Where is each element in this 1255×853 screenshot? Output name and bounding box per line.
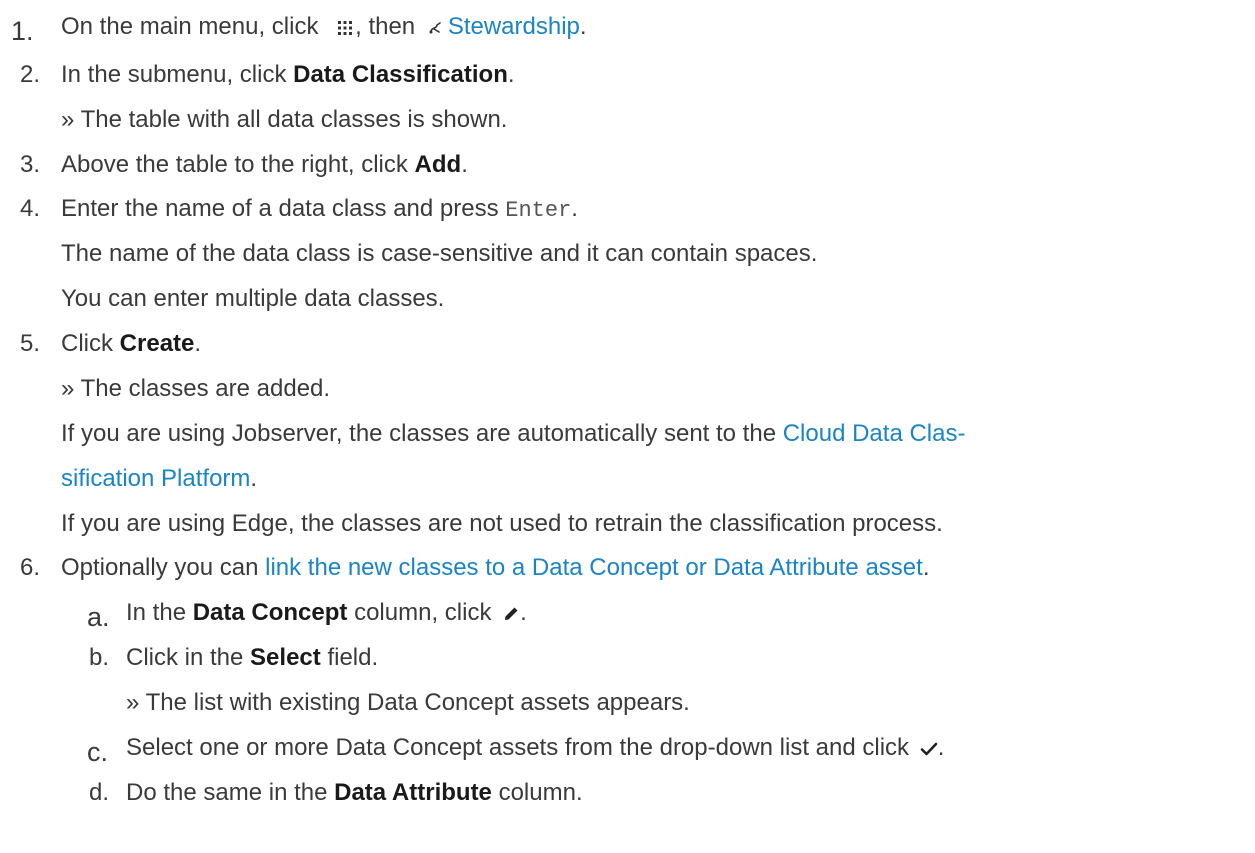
instruction-document: 1. On the main menu, click , then Stewar… — [11, 13, 966, 806]
step-2-result: » The table with all data classes is sho… — [61, 106, 508, 133]
substep-b-result: » The list with existing Data Concept as… — [126, 689, 690, 716]
pencil-icon — [502, 605, 520, 623]
substep-letter: b. — [89, 644, 110, 671]
substep-letter: c. — [87, 737, 109, 767]
step-5-note-cont: sification Platform. — [61, 465, 258, 492]
stewardship-link[interactable]: Stewardship — [448, 13, 580, 40]
step-number: 3. — [20, 151, 41, 178]
step-5-note: If you are using Jobserver, the classes … — [61, 420, 966, 447]
substep-letter: a. — [87, 602, 110, 632]
cloud-platform-link[interactable]: Cloud Data Clas- — [783, 420, 966, 447]
ui-term: Data Concept — [192, 599, 348, 626]
ui-term: Data Classification — [293, 61, 508, 88]
key-name: Enter — [505, 198, 572, 223]
step-number: 4. — [20, 195, 41, 222]
step-4-note: You can enter multiple data classes. — [61, 285, 445, 312]
step-number: 2. — [20, 61, 41, 88]
step-text: On the main menu, click — [61, 13, 319, 40]
checkmark-icon — [920, 740, 938, 758]
step-5-result: » The classes are added. — [61, 375, 331, 402]
step-number: 6. — [20, 554, 41, 581]
step-4-note: The name of the data class is case-sensi… — [61, 240, 818, 267]
ui-term: Select — [250, 644, 321, 671]
step-number: 5. — [20, 330, 41, 357]
ui-term: Create — [119, 330, 195, 357]
step-5-note: If you are using Edge, the classes are n… — [61, 510, 943, 537]
stewardship-icon — [428, 20, 444, 36]
link-classes-link[interactable]: link the new classes to a Data Concept o… — [265, 554, 923, 581]
ui-term: Add — [414, 151, 462, 178]
ui-term: Data Attribute — [334, 779, 492, 806]
step-number: 1. — [11, 16, 34, 46]
cloud-platform-link-cont[interactable]: sification Platform — [61, 465, 250, 492]
substep-letter: d. — [89, 779, 110, 806]
grid-menu-icon — [337, 20, 353, 36]
